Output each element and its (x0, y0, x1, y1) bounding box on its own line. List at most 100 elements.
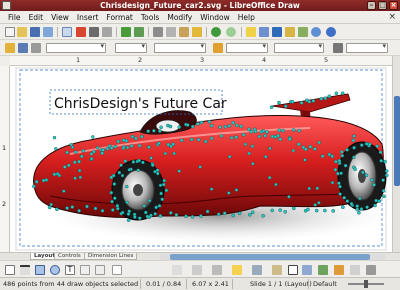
line-color-select[interactable] (154, 42, 206, 53)
lines-arrows-icon[interactable] (112, 265, 122, 275)
bezier-point-marker[interactable] (287, 137, 292, 141)
navigator-icon[interactable] (285, 27, 295, 37)
bezier-point-marker[interactable] (352, 155, 356, 160)
bezier-point-marker[interactable] (123, 159, 128, 163)
menu-format[interactable]: Format (102, 13, 136, 22)
bezier-point-marker[interactable] (168, 211, 173, 215)
bezier-point-marker[interactable] (281, 128, 286, 133)
bezier-point-marker[interactable] (209, 187, 214, 191)
bezier-point-marker[interactable] (57, 173, 62, 178)
bezier-point-marker[interactable] (209, 136, 214, 141)
bezier-point-marker[interactable] (149, 156, 153, 160)
bezier-point-marker[interactable] (158, 183, 163, 188)
car-drawing[interactable] (10, 66, 392, 252)
styles-icon[interactable] (5, 43, 15, 53)
bezier-point-marker[interactable] (157, 129, 162, 133)
extrusion-icon[interactable] (366, 265, 376, 275)
bezier-point-marker[interactable] (331, 209, 336, 213)
bezier-point-marker[interactable] (270, 134, 275, 139)
bezier-point-marker[interactable] (130, 134, 135, 139)
bezier-point-marker[interactable] (307, 186, 311, 191)
bezier-point-marker[interactable] (160, 197, 164, 202)
vertical-scroll-thumb[interactable] (394, 96, 400, 186)
bezier-point-marker[interactable] (234, 135, 238, 139)
bezier-point-marker[interactable] (345, 148, 349, 152)
bezier-point-marker[interactable] (131, 160, 136, 164)
bezier-point-marker[interactable] (364, 173, 369, 178)
bezier-point-marker[interactable] (337, 158, 342, 163)
bezier-point-marker[interactable] (375, 144, 380, 148)
bezier-point-marker[interactable] (159, 125, 163, 130)
bezier-point-marker[interactable] (216, 212, 221, 217)
tab-controls[interactable]: Controls (54, 253, 85, 260)
bezier-point-marker[interactable] (142, 204, 146, 208)
bezier-point-marker[interactable] (78, 175, 83, 180)
undo-icon[interactable] (211, 27, 221, 37)
bezier-point-marker[interactable] (34, 179, 39, 184)
bezier-point-marker[interactable] (277, 128, 282, 133)
minimize-icon[interactable]: – (367, 1, 376, 10)
bezier-point-marker[interactable] (153, 212, 157, 216)
bezier-point-marker[interactable] (133, 215, 137, 219)
bezier-point-marker[interactable] (95, 145, 100, 150)
bezier-point-marker[interactable] (333, 167, 338, 172)
bezier-point-marker[interactable] (190, 124, 195, 129)
bezier-point-marker[interactable] (250, 144, 255, 148)
bezier-point-marker[interactable] (205, 209, 210, 214)
close-document-icon[interactable]: × (388, 12, 396, 22)
spellcheck-icon[interactable] (121, 27, 131, 37)
bezier-point-marker[interactable] (113, 144, 118, 149)
clone-formatting-icon[interactable] (192, 27, 202, 37)
bezier-point-marker[interactable] (177, 169, 181, 173)
menu-insert[interactable]: Insert (73, 13, 103, 22)
bezier-point-marker[interactable] (341, 205, 345, 209)
bezier-point-marker[interactable] (190, 214, 195, 219)
bezier-point-marker[interactable] (330, 154, 335, 159)
bezier-point-marker[interactable] (249, 129, 254, 134)
bezier-point-marker[interactable] (374, 198, 378, 203)
text-icon[interactable]: T (65, 265, 75, 275)
menu-file[interactable]: File (4, 13, 25, 22)
maximize-icon[interactable]: □ (378, 1, 387, 10)
bezier-point-marker[interactable] (365, 205, 369, 209)
email-icon[interactable] (43, 27, 53, 37)
bezier-point-marker[interactable] (109, 146, 114, 150)
drawing-canvas[interactable]: ChrisDesign's Future Car (10, 66, 392, 252)
bezier-point-marker[interactable] (125, 184, 129, 189)
bezier-point-marker[interactable] (92, 149, 96, 154)
bezier-point-marker[interactable] (125, 145, 130, 150)
bezier-point-marker[interactable] (223, 124, 228, 129)
bezier-point-marker[interactable] (278, 208, 283, 212)
bezier-point-marker[interactable] (291, 206, 296, 211)
shadow-icon[interactable] (333, 43, 343, 53)
3d-objects-icon[interactable] (252, 265, 262, 275)
bezier-point-marker[interactable] (330, 180, 335, 185)
zoom-icon[interactable] (311, 27, 321, 37)
hyperlink-icon[interactable] (272, 27, 282, 37)
bezier-point-marker[interactable] (49, 202, 53, 207)
bezier-point-marker[interactable] (121, 146, 126, 151)
tab-dimension-lines[interactable]: Dimension Lines (84, 253, 138, 260)
bezier-point-marker[interactable] (263, 133, 267, 138)
menu-help[interactable]: Help (234, 13, 259, 22)
bezier-point-marker[interactable] (77, 168, 82, 173)
bezier-point-marker[interactable] (231, 213, 235, 218)
bezier-point-marker[interactable] (352, 134, 356, 138)
bezier-point-marker[interactable] (342, 195, 347, 200)
bezier-point-marker[interactable] (169, 144, 173, 149)
menu-modify[interactable]: Modify (163, 13, 196, 22)
bezier-point-marker[interactable] (241, 132, 246, 137)
close-window-icon[interactable]: × (389, 1, 398, 10)
line-icon[interactable] (18, 43, 28, 53)
bezier-point-marker[interactable] (195, 122, 200, 126)
bezier-point-marker[interactable] (32, 184, 36, 189)
bezier-point-marker[interactable] (166, 142, 171, 147)
bezier-point-marker[interactable] (164, 188, 169, 193)
bezier-point-marker[interactable] (345, 199, 350, 203)
from-file-icon[interactable] (334, 265, 344, 275)
bezier-point-marker[interactable] (52, 135, 57, 140)
bezier-point-marker[interactable] (306, 207, 310, 212)
bezier-point-marker[interactable] (73, 160, 77, 164)
star-icon[interactable] (232, 265, 242, 275)
bezier-point-marker[interactable] (65, 206, 69, 210)
